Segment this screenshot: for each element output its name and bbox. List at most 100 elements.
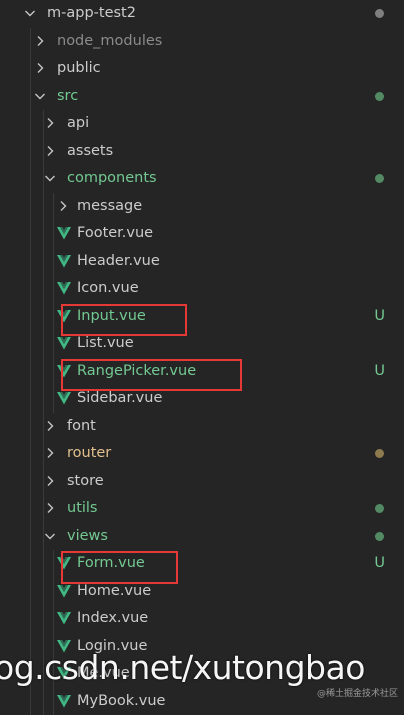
chevron-down-icon[interactable] [44,165,58,193]
indent-guide [30,248,31,276]
indent-guide [53,688,54,715]
folder-row-utils[interactable]: utils [0,495,404,523]
chevron-down-icon[interactable] [34,83,48,111]
chevron-right-icon[interactable] [44,440,58,468]
vue-file-icon [57,275,71,303]
item-label: router [67,440,111,468]
indent-guide [30,303,31,331]
indent-guide [43,688,44,715]
git-status-dot [375,92,384,101]
vue-file-icon [57,248,71,276]
chevron-right-icon[interactable] [44,495,58,523]
file-row-footer-vue[interactable]: Footer.vue [0,220,404,248]
indent-guide [43,605,44,633]
indent-guide [30,688,31,715]
folder-row-font[interactable]: font [0,413,404,441]
item-label: node_modules [57,28,162,56]
folder-row-components[interactable]: components [0,165,404,193]
indent-guide [30,165,31,193]
indent-guide [30,385,31,413]
indent-guide [30,440,31,468]
folder-row-public[interactable]: public [0,55,404,83]
indent-guide [30,138,31,166]
indent-guide [30,220,31,248]
folder-row-api[interactable]: api [0,110,404,138]
item-label: Home.vue [77,578,151,606]
git-status-dot [375,9,384,18]
indent-guide [30,578,31,606]
file-row-home-vue[interactable]: Home.vue [0,578,404,606]
indent-guide [53,248,54,276]
file-row-sidebar-vue[interactable]: Sidebar.vue [0,385,404,413]
item-label: m-app-test2 [47,0,136,28]
folder-row-node-modules[interactable]: node_modules [0,28,404,56]
file-row-icon-vue[interactable]: Icon.vue [0,275,404,303]
indent-guide [43,550,44,578]
indent-guide [30,83,31,111]
chevron-right-icon[interactable] [34,28,48,56]
vue-file-icon [57,330,71,358]
indent-guide [30,275,31,303]
folder-row-store[interactable]: store [0,468,404,496]
indent-guide [43,358,44,386]
chevron-right-icon[interactable] [57,193,71,221]
indent-guide [30,468,31,496]
chevron-right-icon[interactable] [44,110,58,138]
item-label: components [67,165,157,193]
indent-guide [30,110,31,138]
chevron-down-icon[interactable] [44,523,58,551]
indent-guide [30,550,31,578]
indent-guide [43,385,44,413]
folder-row-src[interactable]: src [0,83,404,111]
chevron-right-icon[interactable] [44,413,58,441]
indent-guide [30,358,31,386]
git-status-dot [375,504,384,513]
item-label: List.vue [77,330,134,358]
item-label: font [67,413,96,441]
indent-guide [30,55,31,83]
indent-guide [30,495,31,523]
folder-row-assets[interactable]: assets [0,138,404,166]
file-row-index-vue[interactable]: Index.vue [0,605,404,633]
vue-file-icon [57,578,71,606]
indent-guide [30,330,31,358]
chevron-down-icon[interactable] [24,0,38,28]
item-label: src [57,83,78,111]
explorer-tree: m-app-test2node_modulespublicsrcapiasset… [0,0,404,704]
git-status-dot [375,174,384,183]
item-label: public [57,55,101,83]
indent-guide [43,303,44,331]
indent-guide [30,193,31,221]
indent-guide [53,385,54,413]
indent-guide [53,303,54,331]
chevron-right-icon[interactable] [44,468,58,496]
vue-file-icon [57,605,71,633]
git-untracked-badge: U [374,358,385,386]
indent-guide [53,358,54,386]
indent-guide [30,413,31,441]
item-label: utils [67,495,98,523]
folder-row-views[interactable]: views [0,523,404,551]
item-label: assets [67,138,113,166]
indent-guide [43,275,44,303]
indent-guide [53,330,54,358]
indent-guide [53,605,54,633]
chevron-right-icon[interactable] [34,55,48,83]
item-label: Icon.vue [77,275,139,303]
chevron-right-icon[interactable] [44,138,58,166]
folder-row-message[interactable]: message [0,193,404,221]
file-row-header-vue[interactable]: Header.vue [0,248,404,276]
indent-guide [30,523,31,551]
csdn-watermark: og.csdn.net/xutongbao [0,648,365,687]
folder-row-m-app-test2[interactable]: m-app-test2 [0,0,404,28]
folder-row-router[interactable]: router [0,440,404,468]
indent-guide [30,605,31,633]
indent-guide [53,275,54,303]
indent-guide [30,28,31,56]
indent-guide [43,193,44,221]
item-label: api [67,110,89,138]
file-row-list-vue[interactable]: List.vue [0,330,404,358]
juejin-watermark: @稀土掘金技术社区 [317,686,398,699]
git-untracked-badge: U [374,550,385,578]
item-label: Header.vue [77,248,160,276]
